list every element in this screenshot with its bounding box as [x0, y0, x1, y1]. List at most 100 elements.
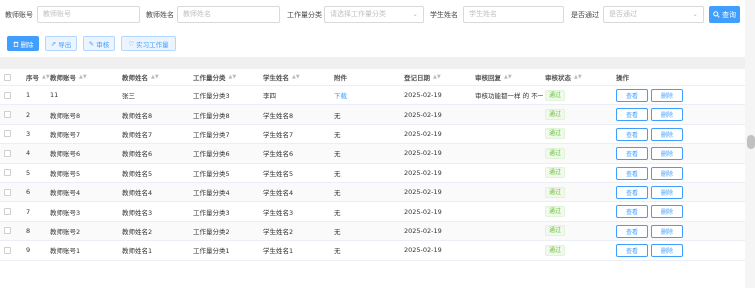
view-button[interactable]: 查看 — [616, 89, 648, 102]
select-all-checkbox[interactable] — [4, 73, 11, 81]
cell-attachment: 无 — [334, 111, 341, 120]
cell-attachment: 无 — [334, 227, 341, 236]
view-button[interactable]: 查看 — [616, 127, 648, 141]
status-badge: 通过 — [545, 206, 566, 218]
row-delete-button[interactable]: 删除 — [651, 127, 683, 141]
sort-icon[interactable]: ▲▼ — [151, 74, 159, 80]
approved-select[interactable]: 是否通过 ⌄ — [603, 6, 704, 23]
review-button[interactable]: ✎ 审核 — [83, 36, 115, 51]
table-row: 3 教师账号7 教师姓名7 工作量分类7 学生姓名7 无 2025-02-19 通过 查看 删除 — [0, 125, 745, 145]
row-checkbox[interactable] — [4, 208, 11, 216]
row-delete-button[interactable]: 删除 — [651, 166, 683, 180]
delete-button[interactable]: 删除 — [7, 36, 39, 51]
cell-category: 工作量分类4 — [193, 189, 230, 198]
cell-reply — [475, 164, 543, 182]
row-delete-button[interactable]: 删除 — [651, 108, 683, 122]
row-select-cell[interactable] — [4, 202, 11, 220]
cell-index: 3 — [26, 129, 31, 138]
row-select-cell[interactable] — [4, 241, 11, 259]
view-button[interactable]: 查看 — [616, 166, 648, 180]
row-delete-button[interactable]: 删除 — [651, 185, 683, 199]
row-select-cell[interactable] — [4, 125, 11, 143]
sort-icon[interactable]: ▲▼ — [292, 74, 300, 80]
row-checkbox[interactable] — [4, 130, 11, 138]
status-badge: 通过 — [545, 167, 566, 179]
workload-category-label: 工作量分类 — [287, 11, 322, 19]
export-button-label: 导出 — [58, 40, 72, 49]
row-delete-button[interactable]: 删除 — [651, 147, 683, 161]
cell-attachment: 无 — [334, 247, 341, 256]
cell-student: 李四 — [263, 92, 276, 101]
status-badge: 通过 — [545, 186, 566, 198]
row-checkbox[interactable] — [4, 188, 11, 196]
cell-attachment: 无 — [334, 130, 341, 139]
header-status[interactable]: 审核状态 ▲▼ — [545, 69, 582, 85]
cell-attachment: 无 — [334, 208, 341, 217]
row-checkbox[interactable] — [4, 246, 11, 254]
row-select-cell[interactable] — [4, 222, 11, 240]
row-checkbox[interactable] — [4, 111, 11, 119]
sort-icon[interactable]: ▲▼ — [79, 74, 87, 80]
header-student[interactable]: 学生姓名 ▲▼ — [263, 69, 300, 85]
cell-reply — [475, 241, 543, 259]
view-button[interactable]: 查看 — [616, 244, 648, 258]
sort-icon[interactable]: ▲▼ — [229, 74, 237, 80]
workload-category-select[interactable]: 请选择工作量分类 ⌄ — [324, 6, 424, 23]
student-name-input[interactable]: 学生姓名 — [463, 6, 564, 23]
scrollbar-thumb[interactable] — [747, 135, 755, 149]
teacher-account-label: 教师账号 — [5, 11, 33, 19]
cell-status: 通过 — [545, 241, 566, 259]
header-date[interactable]: 登记日期 ▲▼ — [404, 69, 441, 85]
cell-student: 学生姓名4 — [263, 189, 294, 198]
view-button[interactable]: 查看 — [616, 147, 648, 161]
row-checkbox[interactable] — [4, 91, 11, 99]
view-button[interactable]: 查看 — [616, 185, 648, 199]
view-button[interactable]: 查看 — [616, 205, 648, 219]
row-select-cell[interactable] — [4, 86, 11, 104]
select-all-cell[interactable] — [4, 69, 11, 85]
cell-account: 教师账号3 — [50, 208, 81, 217]
heart-icon: ♡ — [128, 39, 135, 48]
cell-date: 2025-02-19 — [404, 168, 442, 177]
header-attachment: 附件 — [334, 74, 347, 82]
sort-icon[interactable]: ▲▼ — [42, 74, 50, 80]
header-category[interactable]: 工作量分类 ▲▼ — [193, 69, 236, 85]
header-name[interactable]: 教师姓名 ▲▼ — [122, 69, 159, 85]
download-link[interactable]: 下载 — [334, 86, 347, 104]
row-delete-button[interactable]: 删除 — [651, 224, 683, 238]
cell-category: 工作量分类2 — [193, 227, 230, 236]
row-delete-button[interactable]: 删除 — [651, 244, 683, 258]
row-delete-button[interactable]: 删除 — [651, 89, 683, 102]
cell-category: 工作量分类1 — [193, 247, 230, 256]
row-checkbox[interactable] — [4, 227, 11, 235]
delete-button-label: 删除 — [20, 40, 34, 49]
header-reply[interactable]: 审核回复 ▲▼ — [475, 69, 512, 85]
view-button[interactable]: 查看 — [616, 108, 648, 122]
cell-account: 11 — [50, 91, 59, 100]
row-select-cell[interactable] — [4, 183, 11, 201]
row-select-cell[interactable] — [4, 144, 11, 162]
sort-icon[interactable]: ▲▼ — [433, 74, 441, 80]
view-button[interactable]: 查看 — [616, 224, 648, 238]
table-row: 4 教师账号6 教师姓名6 工作量分类6 学生姓名6 无 2025-02-19 通过 查看 删除 — [0, 144, 745, 164]
header-account[interactable]: 教师账号 ▲▼ — [50, 69, 87, 85]
row-checkbox[interactable] — [4, 149, 11, 157]
filter-bar: 教师账号 教师账号 教师姓名 教师姓名 工作量分类 请选择工作量分类 ⌄ 学生姓… — [0, 0, 755, 30]
teacher-account-input[interactable]: 教师账号 — [37, 6, 140, 23]
status-badge: 通过 — [545, 147, 566, 159]
table-row: 7 教师账号3 教师姓名3 工作量分类3 学生姓名3 无 2025-02-19 通过 查看 删除 — [0, 202, 745, 222]
row-checkbox[interactable] — [4, 169, 11, 177]
row-select-cell[interactable] — [4, 105, 11, 123]
sort-icon[interactable]: ▲▼ — [504, 74, 512, 80]
workload-button[interactable]: ♡ 实习工作量 — [121, 36, 176, 51]
search-button[interactable]: 查询 — [709, 6, 740, 23]
sort-icon[interactable]: ▲▼ — [574, 74, 582, 80]
cell-index: 8 — [26, 226, 31, 235]
cell-status: 通过 — [545, 202, 566, 220]
export-button[interactable]: ⇗ 导出 — [45, 36, 77, 51]
cell-index: 9 — [26, 246, 31, 255]
header-index[interactable]: 序号 ▲▼ — [26, 69, 50, 85]
row-delete-button[interactable]: 删除 — [651, 205, 683, 219]
row-select-cell[interactable] — [4, 164, 11, 182]
teacher-name-input[interactable]: 教师姓名 — [177, 6, 280, 23]
